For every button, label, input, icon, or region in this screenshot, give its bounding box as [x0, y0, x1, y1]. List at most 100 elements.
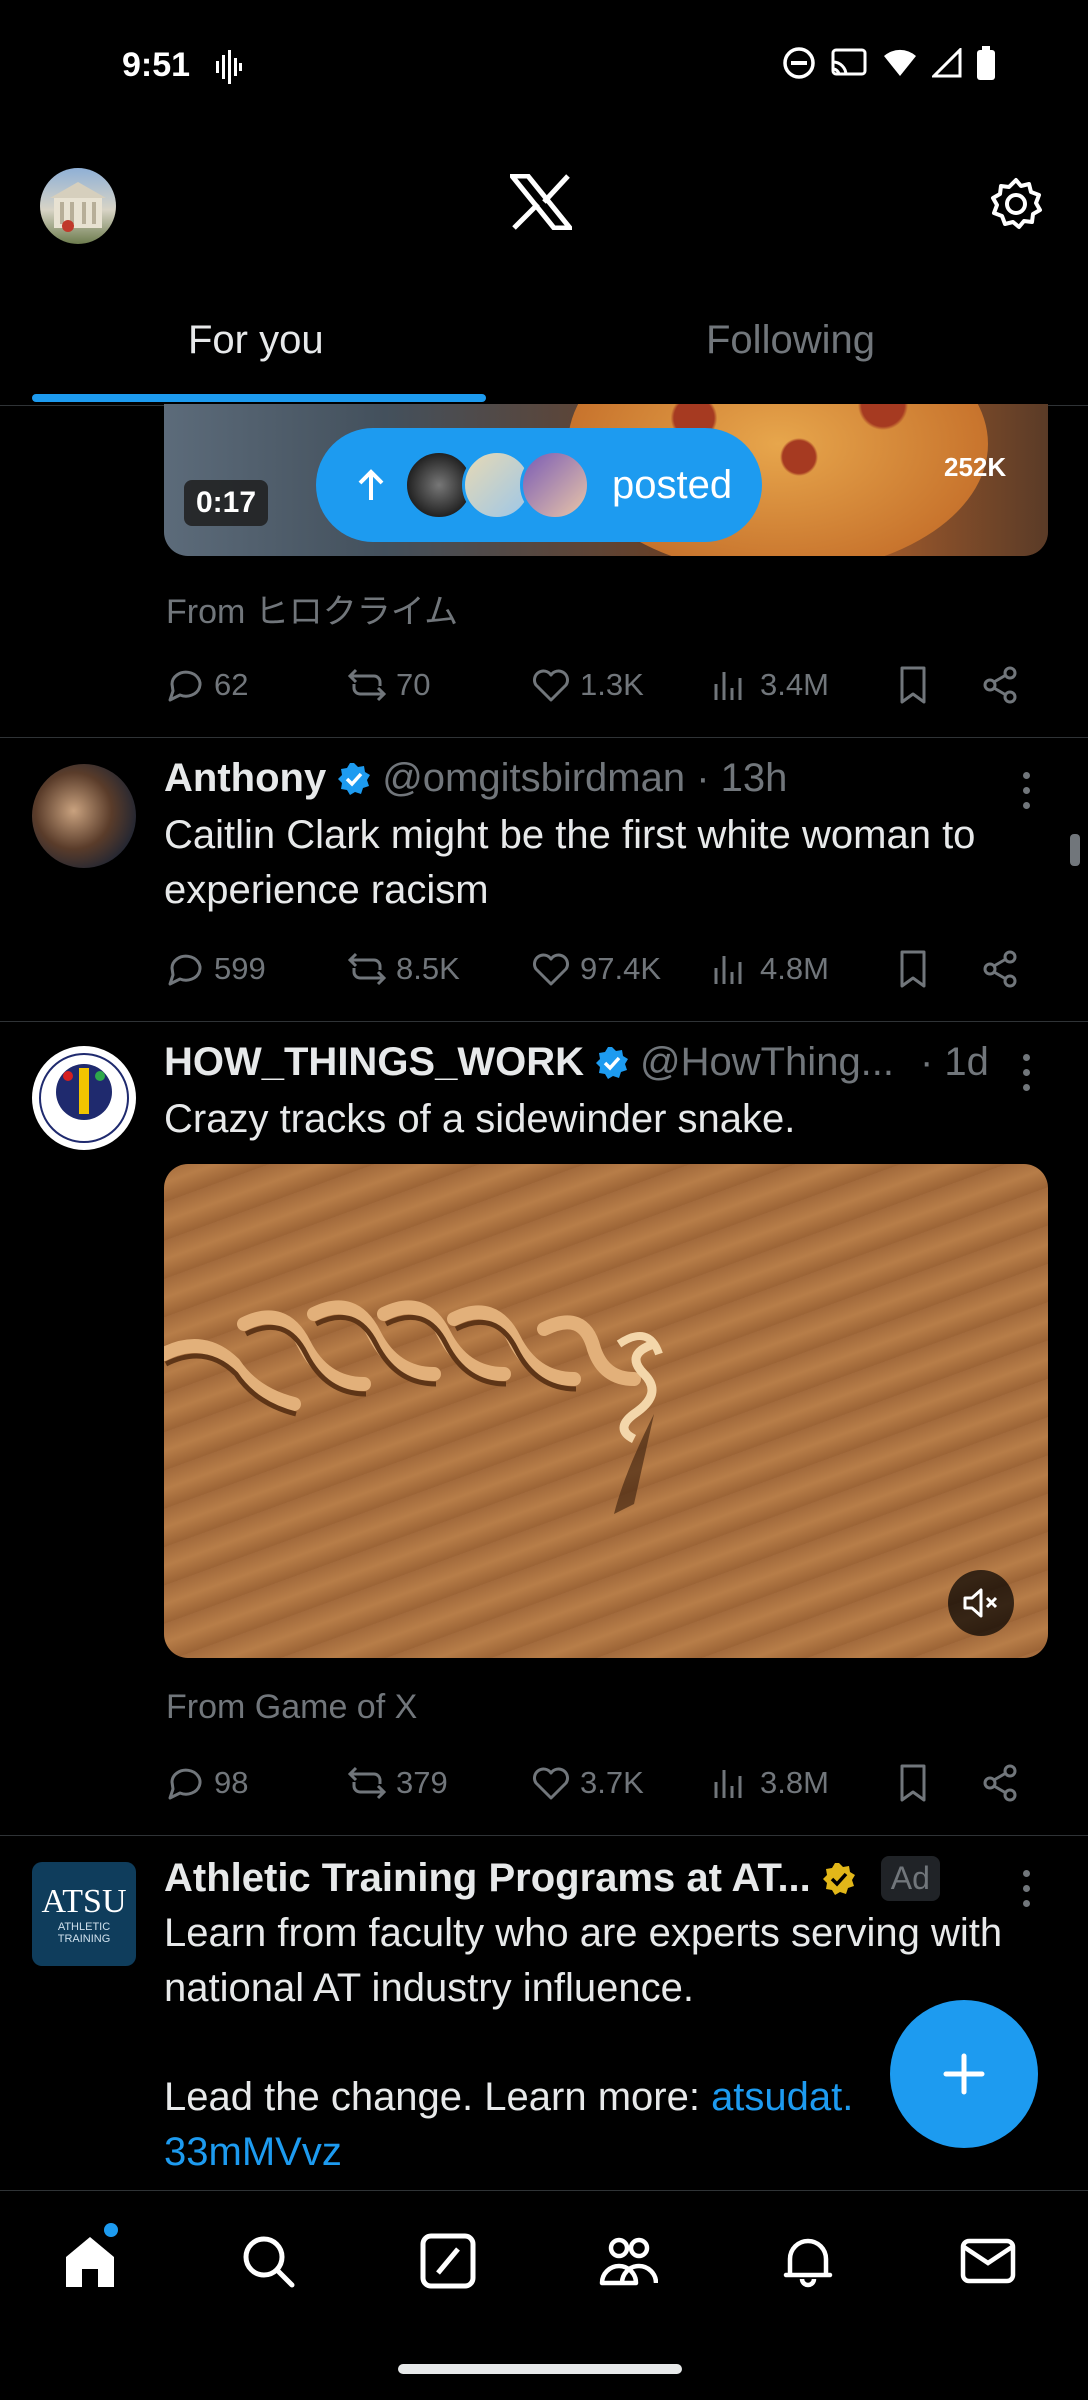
post-4-header: Athletic Training Programs at AT... Ad: [164, 1856, 940, 1901]
heart-icon: [533, 953, 569, 986]
reply-button[interactable]: 98: [164, 1762, 248, 1804]
post-4-text-1: Learn from faculty who are experts servi…: [164, 1911, 1003, 2010]
avatar-logo-sub-1: ATHLETIC: [57, 1921, 111, 1933]
post-3-header: HOW_THINGS_WORK @HowThing...: [164, 1040, 894, 1085]
post-1-actions: 62 70 1.3K 3.4M: [164, 660, 1034, 710]
like-count: 97.4K: [580, 951, 662, 986]
bookmark-button[interactable]: [892, 948, 934, 990]
reply-count: 98: [214, 1765, 249, 1800]
analytics-icon: [714, 1770, 742, 1798]
tab-for-you[interactable]: For you: [188, 318, 324, 363]
reply-count: 62: [214, 667, 249, 702]
repost-button[interactable]: 379: [346, 1762, 448, 1804]
heart-icon: [533, 669, 569, 702]
snake-tracks-image: [164, 1300, 663, 1514]
messages-icon[interactable]: [958, 2231, 1018, 2291]
views-button[interactable]: 4.8M: [710, 948, 829, 990]
post-4-link-cont[interactable]: 33mMVvz: [164, 2130, 342, 2174]
gesture-home-indicator[interactable]: [398, 2364, 682, 2374]
post-4-link[interactable]: atsudat.: [711, 2075, 853, 2119]
post-4-author[interactable]: Athletic Training Programs at AT...: [164, 1856, 811, 1901]
share-icon: [983, 950, 1017, 988]
bookmark-icon: [900, 950, 926, 988]
voice-wave-icon: [216, 50, 242, 84]
home-notification-dot: [104, 2223, 118, 2237]
like-button[interactable]: 97.4K: [530, 948, 661, 990]
bookmark-icon: [900, 666, 926, 704]
volume-muted-icon: [963, 1588, 998, 1618]
status-time: 9:51: [122, 46, 191, 84]
like-count: 3.7K: [580, 1765, 644, 1800]
new-posts-pill[interactable]: posted: [316, 428, 762, 542]
active-tab-indicator: [32, 394, 486, 402]
bookmark-button[interactable]: [892, 664, 934, 706]
post-3-source[interactable]: From Game of X: [166, 1688, 417, 1727]
post-3-handle[interactable]: @HowThing...: [640, 1040, 894, 1085]
post-2-handle[interactable]: @omgitsbirdman · 13h: [382, 756, 787, 801]
like-count: 1.3K: [580, 667, 644, 702]
tab-following[interactable]: Following: [706, 318, 875, 363]
video-duration: 0:17: [184, 480, 269, 526]
x-logo-icon[interactable]: [510, 174, 572, 230]
view-count: 3.4M: [760, 667, 829, 702]
post-2-more-button[interactable]: [1018, 772, 1034, 809]
profile-avatar-image: [50, 182, 106, 232]
pill-avatar-3: [520, 450, 590, 520]
post-2-avatar[interactable]: [32, 764, 136, 868]
search-icon[interactable]: [238, 2231, 298, 2291]
reply-icon: [168, 670, 202, 702]
arrow-up-icon: [358, 469, 384, 500]
share-button[interactable]: [980, 664, 1022, 706]
post-3-author[interactable]: HOW_THINGS_WORK: [164, 1040, 584, 1085]
reply-button[interactable]: 62: [164, 664, 248, 706]
compose-post-button[interactable]: [890, 2000, 1038, 2148]
share-icon: [983, 666, 1017, 704]
verified-badge-icon: [338, 762, 371, 795]
do-not-disturb-icon: [783, 47, 815, 79]
post-3-text: Crazy tracks of a sidewinder snake.: [164, 1097, 796, 1141]
view-count: 3.8M: [760, 1765, 829, 1800]
reply-button[interactable]: 599: [164, 948, 266, 990]
view-count: 4.8M: [760, 951, 829, 986]
like-button[interactable]: 1.3K: [530, 664, 644, 706]
wifi-icon: [884, 49, 916, 76]
repost-count: 379: [396, 1765, 448, 1800]
communities-icon[interactable]: [598, 2231, 658, 2291]
video-views-overlay: 252K: [944, 452, 1007, 482]
post-3-video[interactable]: [164, 1164, 1048, 1658]
views-button[interactable]: 3.4M: [710, 664, 829, 706]
post-2-author[interactable]: Anthony: [164, 756, 326, 801]
settings-gear-icon[interactable]: [988, 176, 1044, 232]
post-3-more-button[interactable]: [1018, 1054, 1034, 1091]
bookmark-button[interactable]: [892, 1762, 934, 1804]
analytics-icon: [714, 956, 742, 984]
views-button[interactable]: 3.8M: [710, 1762, 829, 1804]
verified-badge-icon: [596, 1046, 628, 1079]
scrollbar-thumb[interactable]: [1070, 834, 1080, 866]
repost-button[interactable]: 70: [346, 664, 430, 706]
repost-icon: [347, 952, 387, 986]
avatar-logo-sub-2: TRAINING: [57, 1933, 111, 1945]
notifications-icon[interactable]: [778, 2231, 838, 2291]
repost-button[interactable]: 8.5K: [346, 948, 460, 990]
share-button[interactable]: [980, 948, 1022, 990]
bottom-navigation: [0, 2190, 1088, 2336]
post-2-actions: 599 8.5K 97.4K 4.8M: [164, 944, 1034, 994]
like-button[interactable]: 3.7K: [530, 1762, 644, 1804]
post-3-avatar[interactable]: [32, 1046, 136, 1150]
grok-icon[interactable]: [418, 2231, 478, 2291]
repost-icon: [347, 668, 387, 702]
post-4-more-button[interactable]: [1018, 1870, 1034, 1907]
gold-verified-badge-icon: [822, 1862, 855, 1895]
profile-avatar[interactable]: [40, 168, 116, 244]
share-button[interactable]: [980, 1762, 1022, 1804]
post-1-source[interactable]: From ヒロクライム: [166, 584, 458, 633]
post-4-avatar[interactable]: ATSU ATHLETIC TRAINING: [32, 1862, 136, 1966]
ad-badge: Ad: [880, 1856, 940, 1901]
post-2-header: Anthony @omgitsbirdman · 13h: [164, 756, 787, 801]
post-3-actions: 98 379 3.7K 3.8M: [164, 1758, 1034, 1808]
mute-button[interactable]: [948, 1570, 1014, 1636]
repost-count: 8.5K: [396, 951, 460, 986]
home-icon[interactable]: [60, 2231, 120, 2291]
post-divider: [0, 737, 1088, 738]
